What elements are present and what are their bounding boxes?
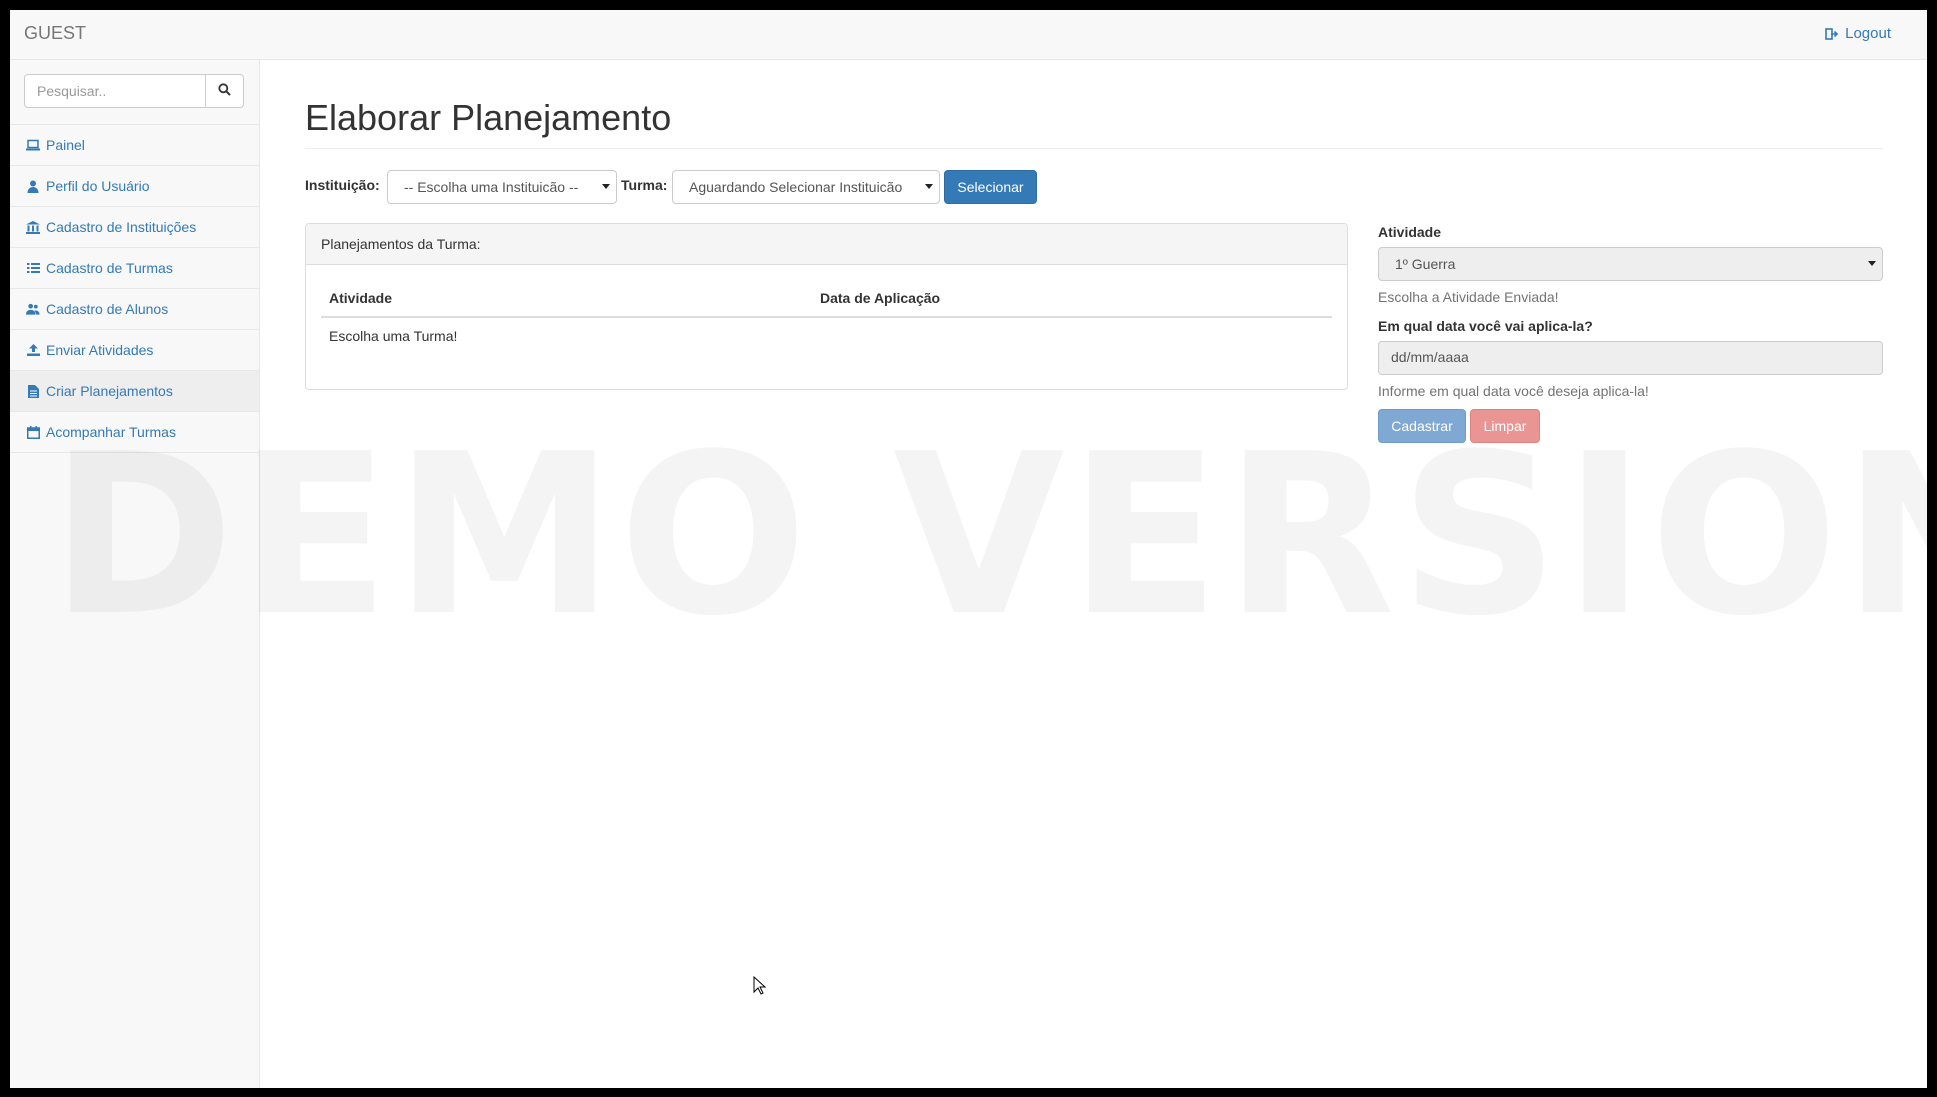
atividade-help-text: Escolha a Atividade Enviada! [1378,289,1559,305]
sign-out-icon [1825,27,1839,41]
sidebar-item-acompanhar-turmas[interactable]: Acompanhar Turmas [10,412,259,453]
sidebar-item-perfil[interactable]: Perfil do Usuário [10,166,259,207]
sidebar-item-alunos[interactable]: Cadastro de Alunos [10,289,259,330]
turma-select[interactable]: Aguardando Selecionar Instituicão [672,170,940,204]
caret-down-icon [1868,261,1876,266]
mouse-cursor-icon [753,976,767,995]
panel-heading: Planejamentos da Turma: [306,224,1347,265]
title-divider [305,148,1883,149]
selecionar-button[interactable]: Selecionar [944,170,1037,204]
turma-select-value: Aguardando Selecionar Instituicão [689,179,903,195]
date-input[interactable]: dd/mm/aaaa [1378,341,1883,375]
sidebar-item-instituicoes[interactable]: Cadastro de Instituições [10,207,259,248]
sidebar-item-label: Cadastro de Turmas [46,260,173,276]
sidebar-item-label: Cadastro de Alunos [46,301,169,317]
brand-label: GUEST [24,23,87,43]
date-help-text: Informe em qual data você deseja aplica-… [1378,383,1649,399]
demo-watermark: DEMO VERSION [50,425,1927,647]
users-icon [26,302,40,316]
table-header-divider [321,316,1332,318]
planejamentos-panel: Planejamentos da Turma: Atividade Data d… [305,223,1348,390]
limpar-button[interactable]: Limpar [1470,409,1540,443]
caret-down-icon [925,184,933,189]
institution-icon [26,220,40,234]
search-button[interactable] [205,74,244,108]
atividade-select-value: 1º Guerra [1395,256,1456,272]
cadastrar-button[interactable]: Cadastrar [1378,409,1466,443]
sidebar-item-label: Criar Planejamentos [46,383,173,399]
sidebar-item-criar-planejamentos[interactable]: Criar Planejamentos [10,371,259,412]
sidebar-item-painel[interactable]: Painel [10,125,259,166]
calendar-icon [26,425,40,439]
instituicao-select[interactable]: -- Escolha uma Instituicão -- [387,170,617,204]
atividade-select[interactable]: 1º Guerra [1378,247,1883,281]
table-empty-message: Escolha uma Turma! [329,328,458,344]
instituicao-select-value: -- Escolha uma Instituicão -- [404,179,579,195]
logout-label: Logout [1845,25,1891,42]
sidebar-item-label: Perfil do Usuário [46,178,150,194]
page-title: Elaborar Planejamento [305,97,672,138]
app-window: GUEST Logout Painel Perfil do Usuário [10,10,1927,1088]
column-header-atividade: Atividade [329,290,393,306]
file-icon [26,384,40,398]
user-icon [26,179,40,193]
laptop-icon [26,138,40,152]
sidebar-item-label: Enviar Atividades [46,342,154,358]
column-header-data-aplicacao: Data de Aplicação [820,290,941,306]
instituicao-label: Instituição: [305,177,380,193]
list-icon [26,261,40,275]
search-icon [218,83,231,99]
sidebar-item-turmas[interactable]: Cadastro de Turmas [10,248,259,289]
sidebar-item-label: Painel [46,137,85,153]
date-label: Em qual data você vai aplica-la? [1378,318,1593,334]
upload-icon [26,343,40,357]
top-navbar: GUEST Logout [10,10,1927,60]
sidebar-item-label: Acompanhar Turmas [46,424,176,440]
sidebar-item-enviar-atividades[interactable]: Enviar Atividades [10,330,259,371]
logout-link[interactable]: Logout [1825,25,1891,42]
sidebar-item-label: Cadastro de Instituições [46,219,197,235]
sidebar-search [10,60,259,125]
caret-down-icon [602,184,610,189]
sidebar: Painel Perfil do Usuário Cadastro de Ins… [10,60,260,1088]
search-input[interactable] [24,74,206,108]
atividade-label: Atividade [1378,224,1442,240]
turma-label: Turma: [621,177,668,193]
